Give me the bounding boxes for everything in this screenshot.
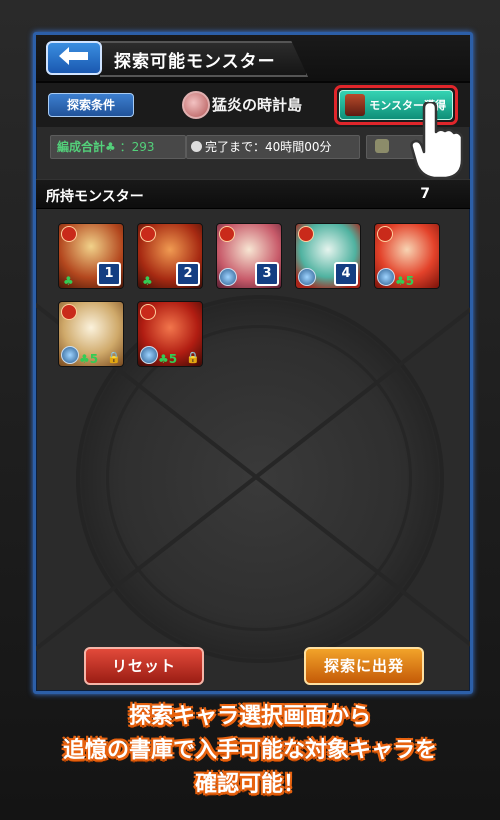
- team-total-value: ：293: [119, 140, 155, 154]
- selection-number-badge: 4: [334, 262, 358, 286]
- promo-caption: 探索キャラ選択画面から 追憶の書庫で入手可能な対象キャラを 確認可能！: [0, 700, 500, 802]
- clock-icon: [191, 141, 202, 152]
- monster-card[interactable]: 4: [295, 223, 361, 289]
- orb-icon: [377, 268, 395, 286]
- condition-row: 探索条件 猛炎の時計島 モンスター獲得: [36, 83, 470, 127]
- reset-button[interactable]: リセット: [84, 647, 204, 685]
- monster-card[interactable]: ♣5 🔒: [58, 301, 124, 367]
- fire-element-icon: [377, 226, 393, 242]
- luck-value: ♣5: [79, 352, 99, 366]
- fire-element-icon: [61, 226, 77, 242]
- back-arrow-icon: [59, 47, 89, 69]
- selection-number-badge: 2: [176, 262, 200, 286]
- lock-icon: 🔒: [186, 351, 200, 364]
- stage-name: 猛炎の時計島: [212, 96, 303, 114]
- stage-icon: [182, 91, 210, 119]
- fire-element-icon: [219, 226, 235, 242]
- orb-icon: [219, 268, 237, 286]
- selection-number-badge: 1: [97, 262, 121, 286]
- monster-card[interactable]: ♣5: [374, 223, 440, 289]
- owned-monsters-header: 所持モンスター 7: [36, 179, 470, 209]
- orb-icon: [61, 346, 79, 364]
- clover-icon: ♣: [63, 274, 74, 288]
- team-total-box: 編成合計♣ ：293: [50, 135, 186, 159]
- luck-number: 5: [405, 274, 415, 288]
- fire-element-icon: [298, 226, 314, 242]
- luck-number: 5: [168, 352, 178, 366]
- orb-icon: [140, 346, 158, 364]
- fire-element-icon: [140, 226, 156, 242]
- clover-icon: ♣: [105, 140, 116, 154]
- clover-icon: ♣: [142, 274, 153, 288]
- caption-line: 確認可能！: [194, 772, 305, 797]
- caption-line: 追憶の書庫で入手可能な対象キャラを: [62, 738, 437, 763]
- start-exploration-button[interactable]: 探索に出発: [304, 647, 424, 685]
- monster-mini-icon: [345, 94, 365, 116]
- fire-element-icon: [140, 304, 156, 320]
- lock-icon: 🔒: [107, 351, 121, 364]
- monster-card[interactable]: ♣ 1: [58, 223, 124, 289]
- selection-number-badge: 3: [255, 262, 279, 286]
- back-button[interactable]: [46, 41, 102, 75]
- team-total-label: 編成合計: [57, 140, 106, 154]
- time-remaining: 完了まで：40時間00分: [205, 140, 332, 154]
- caption-line: 探索キャラ選択画面から: [128, 704, 371, 729]
- owned-monsters-count: 7: [420, 186, 430, 202]
- info-row: 編成合計♣ ：293 完了まで：40時間00分 6(: [36, 131, 470, 161]
- luck-value: ♣5: [158, 352, 178, 366]
- monster-card[interactable]: 3: [216, 223, 282, 289]
- page-title: 探索可能モンスター: [114, 52, 276, 72]
- explore-panel: 探索可能モンスター 探索条件 猛炎の時計島 モンスター獲得 編成合計♣ ：293…: [33, 32, 473, 694]
- monster-card[interactable]: ♣ 2: [137, 223, 203, 289]
- luck-value: ♣5: [395, 274, 415, 288]
- pointing-hand-icon: [410, 100, 466, 180]
- monster-card[interactable]: ♣5 🔒: [137, 301, 203, 367]
- luck-number: 5: [89, 352, 99, 366]
- header-bar: 探索可能モンスター: [36, 35, 470, 83]
- search-conditions-button[interactable]: 探索条件: [48, 93, 134, 117]
- fire-element-icon: [61, 304, 77, 320]
- time-box: 完了まで：40時間00分: [186, 135, 360, 159]
- owned-monsters-label: 所持モンスター: [46, 189, 144, 205]
- orb-icon: [298, 268, 316, 286]
- item-icon: [375, 139, 389, 153]
